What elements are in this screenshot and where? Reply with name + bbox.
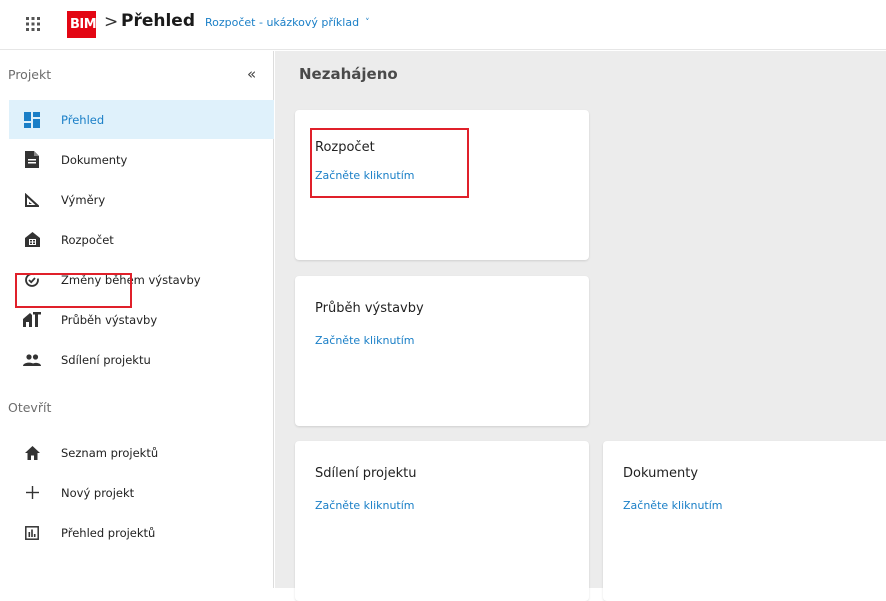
sidebar-item-label: Seznam projektů: [61, 445, 159, 460]
change-cycle-icon: [22, 270, 42, 290]
budget-building-icon: [22, 230, 42, 250]
sidebar-item-label: Přehled projektů: [61, 525, 156, 540]
sidebar: Projekt « Přehled Dokumenty Výměry Rozpo…: [0, 51, 274, 588]
sidebar-item-prehled-projektu[interactable]: Přehled projektů: [9, 513, 274, 552]
sidebar-item-novy[interactable]: Nový projekt: [9, 473, 274, 512]
section-header-project: Projekt: [8, 67, 52, 82]
annotation-highlight-card: [310, 128, 469, 198]
card-title: Rozpočet: [315, 140, 375, 155]
document-icon: [22, 150, 42, 170]
bim-logo[interactable]: BIM: [67, 11, 96, 38]
card-title: Sdílení projektu: [315, 466, 417, 481]
card-start-link[interactable]: Začněte kliknutím: [315, 169, 415, 182]
status-heading: Nezahájeno: [299, 65, 398, 83]
sidebar-item-label: Dokumenty: [61, 152, 128, 167]
sidebar-item-label: Nový projekt: [61, 485, 135, 500]
main-content: Nezahájeno Rozpočet Začněte kliknutím Pr…: [275, 51, 886, 601]
sidebar-item-prehled[interactable]: Přehled: [9, 100, 274, 139]
sidebar-item-label: Průběh výstavby: [61, 312, 158, 327]
ruler-triangle-icon: [22, 190, 42, 210]
sidebar-item-label: Přehled: [61, 112, 105, 127]
bar-chart-icon: [22, 523, 42, 543]
sidebar-item-label: Výměry: [61, 192, 106, 207]
card-start-link[interactable]: Začněte kliknutím: [315, 334, 415, 347]
people-icon: [22, 350, 42, 370]
project-name: Rozpočet - ukázkový příklad: [205, 16, 360, 29]
home-icon: [22, 443, 42, 463]
sidebar-item-label: Rozpočet: [61, 232, 114, 247]
card-start-link[interactable]: Začněte kliknutím: [315, 499, 415, 512]
sidebar-item-sdileni[interactable]: Sdílení projektu: [9, 340, 274, 379]
card-title: Průběh výstavby: [315, 301, 424, 316]
sidebar-item-zmeny[interactable]: Změny během výstavby: [9, 260, 274, 299]
project-selector[interactable]: Rozpočet - ukázkový příklad ˅: [205, 16, 370, 29]
sidebar-item-seznam[interactable]: Seznam projektů: [9, 433, 274, 472]
collapse-sidebar-icon[interactable]: «: [247, 65, 256, 83]
top-bar: BIM > Přehled Rozpočet - ukázkový příkla…: [0, 0, 886, 50]
dashboard-icon: [22, 110, 42, 130]
chevron-down-icon: ˅: [365, 17, 370, 28]
sidebar-item-prubeh[interactable]: Průběh výstavby: [9, 300, 274, 339]
card-sdileni-projektu[interactable]: Sdílení projektu Začněte kliknutím: [295, 441, 589, 601]
breadcrumb-separator: >: [104, 12, 119, 32]
plus-icon: [22, 483, 42, 503]
sidebar-item-label: Sdílení projektu: [61, 352, 151, 367]
card-dokumenty[interactable]: Dokumenty Začněte kliknutím: [603, 441, 886, 601]
apps-grid-icon[interactable]: [25, 16, 41, 32]
card-rozpocet[interactable]: Rozpočet Začněte kliknutím: [295, 110, 589, 260]
sidebar-item-dokumenty[interactable]: Dokumenty: [9, 140, 274, 179]
sidebar-item-label: Změny během výstavby: [61, 272, 201, 287]
construction-progress-icon: [22, 310, 42, 330]
card-start-link[interactable]: Začněte kliknutím: [623, 499, 723, 512]
sidebar-item-rozpocet[interactable]: Rozpočet: [9, 220, 274, 259]
card-title: Dokumenty: [623, 466, 699, 481]
section-header-open: Otevřít: [8, 400, 52, 415]
card-prubeh-vystavby[interactable]: Průběh výstavby Začněte kliknutím: [295, 276, 589, 426]
page-title: Přehled: [121, 11, 196, 31]
sidebar-item-vymery[interactable]: Výměry: [9, 180, 274, 219]
